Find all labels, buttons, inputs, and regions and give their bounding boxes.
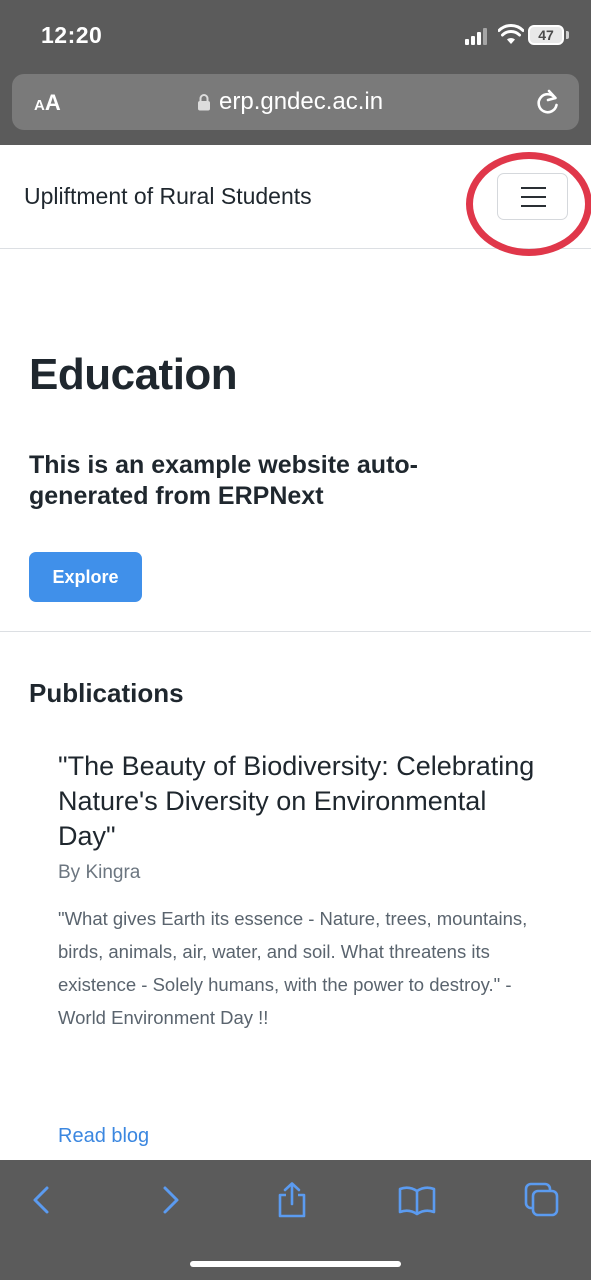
url-text[interactable]: erp.gndec.ac.in <box>219 88 383 116</box>
hero-title: Education <box>29 350 238 399</box>
blog-post-author: By Kingra <box>58 862 141 883</box>
site-navbar: Upliftment of Rural Students <box>0 145 591 249</box>
tabs-icon[interactable] <box>522 1180 562 1220</box>
read-blog-link[interactable]: Read blog <box>58 1125 149 1148</box>
text-size-button[interactable]: AA <box>34 90 61 116</box>
explore-button[interactable]: Explore <box>29 552 142 602</box>
home-indicator[interactable] <box>190 1261 401 1267</box>
wifi-icon <box>498 24 524 44</box>
status-time: 12:20 <box>41 22 103 48</box>
share-icon[interactable] <box>272 1180 312 1220</box>
browser-chrome-top: 12:20 47 AA erp.gndec.ac.in <box>0 0 591 145</box>
battery-nub <box>566 31 569 39</box>
blog-post-title[interactable]: "The Beauty of Biodiversity: Celebrating… <box>58 749 538 854</box>
reload-icon[interactable] <box>535 88 561 116</box>
status-bar: 12:20 47 <box>0 0 591 70</box>
battery-level: 47 <box>538 27 554 43</box>
blog-post-excerpt: "What gives Earth its essence - Nature, … <box>58 908 528 1028</box>
bookmarks-icon[interactable] <box>397 1180 437 1220</box>
hero-subtitle: This is an example website auto-generate… <box>29 451 419 510</box>
hamburger-menu-button[interactable] <box>497 173 568 220</box>
publications-heading: Publications <box>29 678 184 708</box>
address-bar[interactable]: AA erp.gndec.ac.in <box>12 74 579 130</box>
section-divider <box>0 631 591 632</box>
site-brand[interactable]: Upliftment of Rural Students <box>24 183 312 210</box>
lock-icon <box>198 94 210 111</box>
back-icon[interactable] <box>22 1180 62 1220</box>
battery-icon: 47 <box>528 25 564 45</box>
hamburger-menu-icon <box>521 187 546 189</box>
cellular-signal-icon <box>465 28 491 45</box>
forward-icon[interactable] <box>150 1180 190 1220</box>
